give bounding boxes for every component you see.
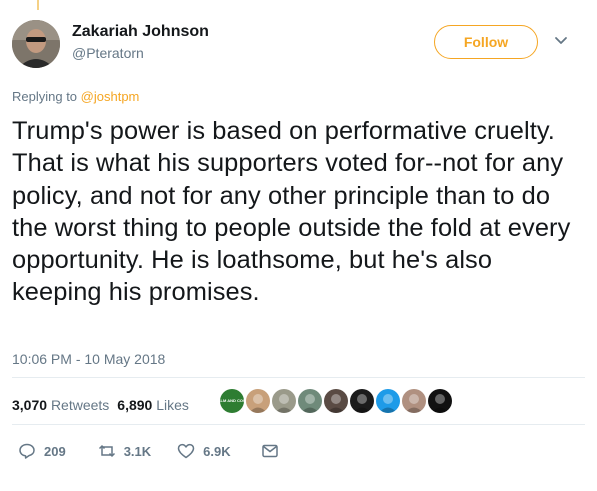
thread-connector	[37, 0, 39, 10]
likes-stat[interactable]: 6,890 Likes	[117, 397, 189, 413]
retweet-icon	[98, 444, 115, 458]
liker-avatar[interactable]	[350, 389, 374, 413]
author-avatar[interactable]	[12, 20, 60, 68]
liker-avatar[interactable]	[428, 389, 452, 413]
chevron-down-icon[interactable]	[554, 36, 568, 46]
retweet-count: 3.1K	[123, 443, 152, 459]
author-handle[interactable]: @Pteratorn	[72, 45, 144, 61]
follow-button[interactable]: Follow	[434, 25, 538, 59]
tweet-actions: 209 3.1K 6.9K	[18, 442, 287, 460]
retweets-label: Retweets	[50, 397, 110, 413]
liker-avatar[interactable]	[376, 389, 400, 413]
divider	[12, 377, 585, 378]
heart-icon	[177, 443, 195, 459]
retweets-stat[interactable]: 3,070 Retweets	[12, 397, 109, 413]
liker-avatar[interactable]	[298, 389, 322, 413]
tweet-text: Trump's power is based on performative c…	[12, 117, 571, 307]
direct-message-button[interactable]	[261, 442, 287, 460]
tweet-stats: 3,070 Retweets 6,890 Likes	[12, 397, 189, 413]
divider	[12, 424, 585, 425]
likes-label: Likes	[156, 397, 189, 413]
liker-avatar[interactable]	[402, 389, 426, 413]
tweet-timestamp[interactable]: 10:06 PM - 10 May 2018	[12, 351, 165, 367]
liker-avatar[interactable]	[324, 389, 348, 413]
liker-avatar[interactable]	[246, 389, 270, 413]
likers-avatars: KEEP CALM AND COUP FEDIT	[220, 389, 454, 413]
likes-count: 6,890	[117, 397, 153, 413]
retweets-count: 3,070	[12, 397, 48, 413]
liker-avatar[interactable]: KEEP CALM AND COUP FEDIT	[220, 389, 244, 413]
replying-prefix: Replying to	[12, 89, 81, 104]
envelope-icon	[261, 444, 278, 458]
replying-to-link[interactable]: @joshtpm	[81, 89, 140, 104]
author-display-name[interactable]: Zakariah Johnson	[72, 23, 209, 41]
liker-avatar-text: KEEP CALM AND COUP FEDIT	[220, 398, 244, 403]
reply-button[interactable]: 209	[18, 442, 66, 460]
reply-count: 209	[44, 443, 66, 459]
like-button[interactable]: 6.9K	[177, 442, 231, 460]
liker-avatar[interactable]	[272, 389, 296, 413]
retweet-button[interactable]: 3.1K	[98, 442, 151, 460]
like-count: 6.9K	[203, 443, 231, 459]
reply-icon	[19, 443, 35, 459]
replying-to: Replying to @joshtpm	[12, 89, 139, 104]
